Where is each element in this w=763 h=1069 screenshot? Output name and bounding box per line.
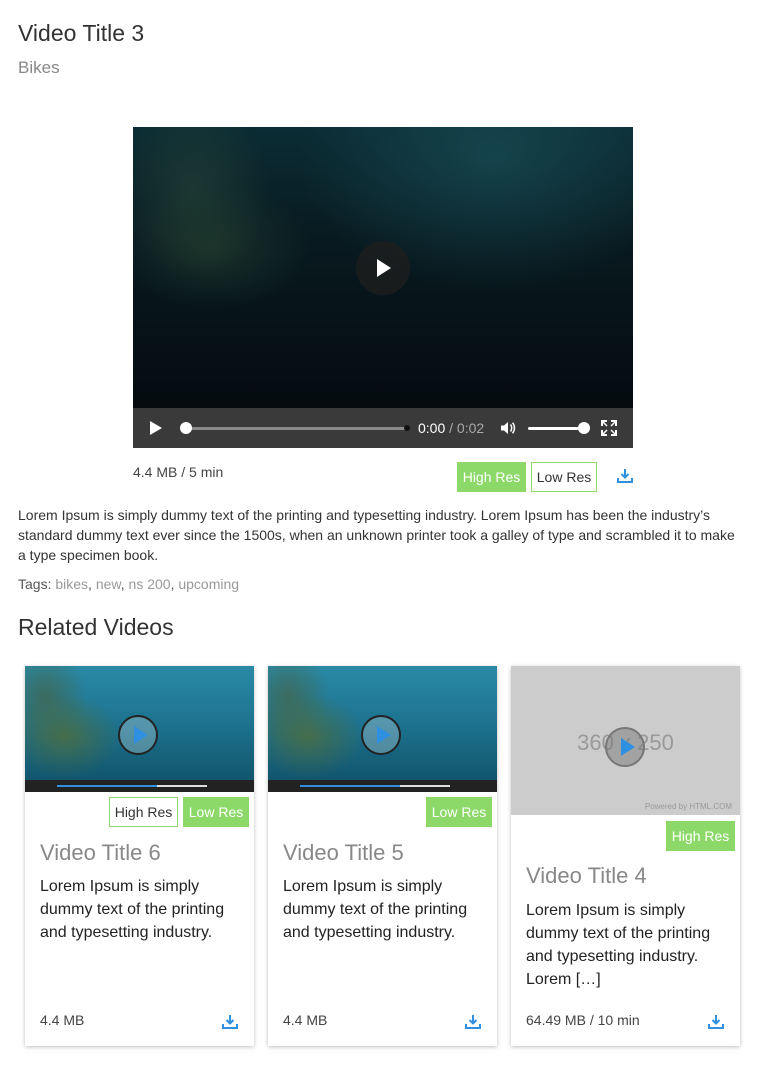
card-title[interactable]: Video Title 4 bbox=[526, 863, 647, 889]
volume-slider[interactable] bbox=[528, 422, 590, 434]
card-description: Lorem Ipsum is simply dummy text of the … bbox=[283, 878, 468, 941]
seek-handle[interactable] bbox=[180, 422, 192, 434]
volume-handle[interactable] bbox=[578, 422, 590, 434]
video-thumbnail-placeholder[interactable]: 360 x 250 Powered by HTML.COM bbox=[511, 666, 740, 815]
page-title: Video Title 3 bbox=[18, 20, 145, 46]
high-res-button[interactable]: High Res bbox=[666, 821, 735, 851]
card-description: Lorem Ipsum is simply dummy text of the … bbox=[40, 878, 225, 941]
file-size: 4.4 MB bbox=[133, 464, 178, 480]
mini-controls bbox=[268, 780, 497, 792]
tags-line: Tags: bikes, new, ns 200, upcoming bbox=[18, 576, 240, 592]
seek-bar[interactable] bbox=[180, 422, 410, 434]
video-length: 5 min bbox=[189, 464, 224, 480]
mini-progress-rest bbox=[157, 785, 207, 787]
category-label: Bikes bbox=[18, 58, 60, 77]
tag-link[interactable]: upcoming bbox=[178, 576, 239, 592]
tag-link[interactable]: new bbox=[96, 576, 121, 592]
player-controls: 0:00 / 0:02 bbox=[133, 408, 633, 448]
low-res-button[interactable]: Low Res bbox=[426, 797, 492, 827]
tags-label: Tags: bbox=[18, 576, 52, 592]
duration: 0:02 bbox=[456, 420, 485, 436]
mini-progress-rest bbox=[400, 785, 450, 787]
play-icon[interactable] bbox=[118, 715, 158, 755]
video-thumbnail[interactable] bbox=[268, 666, 497, 792]
video-screen[interactable] bbox=[133, 127, 633, 408]
video-length: 10 min bbox=[597, 1012, 640, 1028]
video-description: Lorem Ipsum is simply dummy text of the … bbox=[18, 507, 735, 563]
high-res-button[interactable]: High Res bbox=[457, 462, 526, 492]
meta-separator: / bbox=[181, 464, 186, 480]
download-icon[interactable] bbox=[707, 1013, 725, 1031]
file-size: 64.49 MB bbox=[526, 1012, 586, 1028]
card-title[interactable]: Video Title 5 bbox=[283, 840, 404, 866]
related-video-card: Low Res Video Title 5 Lorem Ipsum is sim… bbox=[268, 666, 497, 1046]
fullscreen-icon[interactable] bbox=[601, 420, 617, 436]
download-icon[interactable] bbox=[616, 467, 634, 485]
video-player[interactable]: 0:00 / 0:02 bbox=[133, 127, 633, 448]
current-time: 0:00 bbox=[418, 420, 446, 436]
mini-controls bbox=[25, 780, 254, 792]
download-icon[interactable] bbox=[221, 1013, 239, 1031]
big-play-icon[interactable] bbox=[356, 241, 410, 295]
meta-separator: / bbox=[589, 1012, 594, 1028]
time-separator: / bbox=[449, 420, 454, 436]
tag-link[interactable]: bikes bbox=[55, 576, 88, 592]
volume-icon[interactable] bbox=[500, 420, 516, 436]
low-res-button[interactable]: Low Res bbox=[183, 797, 249, 827]
card-meta: 4.4 MB bbox=[40, 1012, 84, 1028]
play-icon[interactable] bbox=[150, 421, 162, 435]
play-icon[interactable] bbox=[605, 727, 645, 767]
high-res-button[interactable]: High Res bbox=[109, 797, 178, 827]
play-icon[interactable] bbox=[361, 715, 401, 755]
video-thumbnail[interactable] bbox=[25, 666, 254, 792]
card-meta: 4.4 MB bbox=[283, 1012, 327, 1028]
low-res-button[interactable]: Low Res bbox=[531, 462, 597, 492]
time-display: 0:00 / 0:02 bbox=[418, 420, 484, 436]
card-meta: 64.49 MB / 10 min bbox=[526, 1012, 640, 1028]
placeholder-footer: Powered by HTML.COM bbox=[644, 802, 732, 811]
seek-end-marker bbox=[404, 425, 410, 431]
related-video-card: 360 x 250 Powered by HTML.COM High Res V… bbox=[511, 666, 740, 1046]
file-size: 4.4 MB bbox=[283, 1012, 328, 1028]
file-size: 4.4 MB bbox=[40, 1012, 85, 1028]
download-icon[interactable] bbox=[464, 1013, 482, 1031]
card-description: Lorem Ipsum is simply dummy text of the … bbox=[526, 902, 711, 988]
related-videos-heading: Related Videos bbox=[18, 614, 174, 640]
video-meta: 4.4 MB / 5 min bbox=[133, 464, 223, 480]
related-video-card: High Res Low Res Video Title 6 Lorem Ips… bbox=[25, 666, 254, 1046]
card-title[interactable]: Video Title 6 bbox=[40, 840, 161, 866]
tag-link[interactable]: ns 200 bbox=[129, 576, 171, 592]
